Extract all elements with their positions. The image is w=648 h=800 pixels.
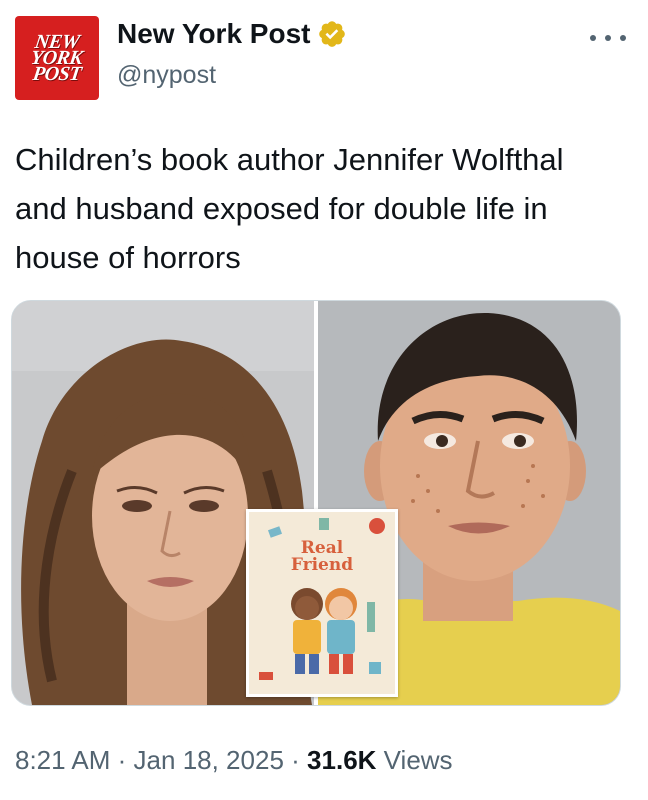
avatar[interactable]: NEW YORK POST xyxy=(15,16,99,100)
more-options-icon[interactable] xyxy=(590,26,626,50)
author-display-name[interactable]: New York Post xyxy=(117,18,310,50)
tweet-media[interactable]: Real Friend xyxy=(11,300,621,706)
tweet-date[interactable]: Jan 18, 2025 xyxy=(134,745,284,775)
tweet-text: Children’s book author Jennifer Wolfthal… xyxy=(15,142,564,275)
book-title: Real Friend xyxy=(249,540,395,574)
tweet-card[interactable]: NEW YORK POST New York Post @nypost Chil… xyxy=(0,0,648,800)
author-handle[interactable]: @nypost xyxy=(117,61,216,90)
more-dot xyxy=(590,35,596,41)
book-title-line-2: Friend xyxy=(290,555,354,575)
meta-separator: · xyxy=(117,745,127,775)
tweet-time[interactable]: 8:21 AM xyxy=(15,745,110,775)
author-name-row: New York Post xyxy=(117,18,347,50)
meta-separator: · xyxy=(291,745,300,775)
logo-line-3: POST xyxy=(31,63,83,85)
views-label: Views xyxy=(383,745,453,775)
more-dot xyxy=(620,35,626,41)
verified-badge-icon xyxy=(319,21,346,47)
views-count: 31.6K xyxy=(307,745,377,775)
more-dot xyxy=(605,35,611,41)
tweet-meta: 8:21 AM · Jan 18, 2025 · 31.6K Views xyxy=(15,745,453,776)
book-cover-image: Real Friend xyxy=(246,509,398,697)
